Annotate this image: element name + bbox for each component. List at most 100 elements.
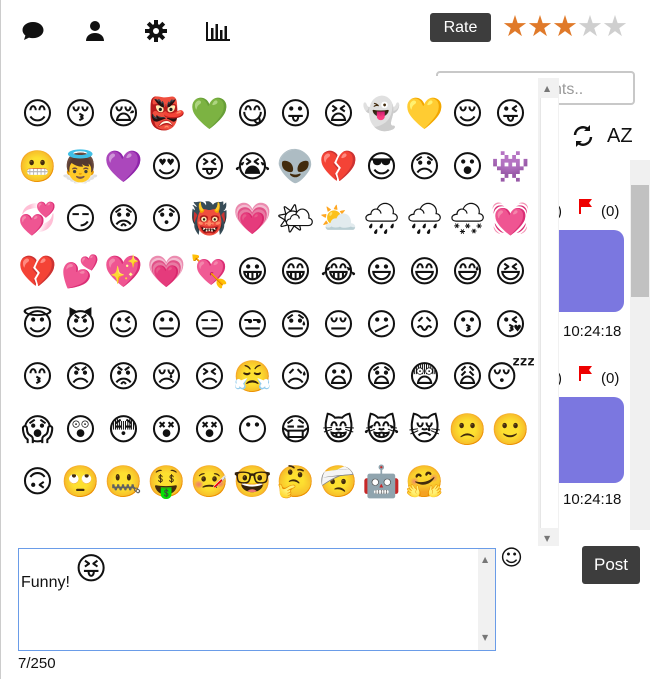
emoji-option[interactable]: 💔 — [317, 141, 360, 194]
emoji-option[interactable]: 😩 — [446, 351, 489, 404]
emoji-option[interactable]: 😱 — [16, 404, 59, 457]
emoji-option[interactable]: 😛 — [274, 88, 317, 141]
emoji-option[interactable]: 😗 — [446, 298, 489, 351]
star-icon[interactable]: ★ — [602, 10, 628, 42]
emoji-option[interactable]: 💗 — [145, 246, 188, 299]
emoji-option[interactable]: 🌤 — [274, 193, 317, 246]
rate-button[interactable]: Rate — [430, 13, 491, 42]
emoji-option[interactable]: 😋 — [231, 88, 274, 141]
emoji-option[interactable]: 🌨 — [446, 193, 489, 246]
emoji-option[interactable]: 💜 — [102, 141, 145, 194]
emoji-option[interactable]: 😿 — [403, 404, 446, 457]
emoji-option[interactable]: 💞 — [16, 193, 59, 246]
emoji-option[interactable]: 😇 — [16, 298, 59, 351]
emoji-option[interactable]: 😪 — [102, 88, 145, 141]
emoji-option[interactable]: 😲 — [59, 404, 102, 457]
emoji-option[interactable]: 🤐 — [102, 456, 145, 509]
emoji-option[interactable]: 😚 — [59, 88, 102, 141]
emoji-option[interactable]: 🤕 — [317, 456, 360, 509]
emoji-option[interactable]: 😃 — [360, 246, 403, 299]
emoji-option[interactable]: 😠 — [59, 351, 102, 404]
star-icon[interactable]: ★ — [577, 10, 603, 42]
chat-icon[interactable] — [20, 18, 46, 44]
emoji-option[interactable]: 😶 — [231, 404, 274, 457]
emoji-option[interactable]: 😘 — [489, 298, 532, 351]
emoji-option[interactable]: 😝 — [188, 141, 231, 194]
emoji-option[interactable]: 😓 — [274, 298, 317, 351]
emoji-option[interactable]: 😬 — [16, 141, 59, 194]
emoji-option[interactable]: 😈 — [59, 298, 102, 351]
star-icon[interactable]: ★ — [502, 10, 528, 42]
emoji-picker-scroll-thumb[interactable] — [540, 98, 558, 528]
emoji-option[interactable]: 😭 — [231, 141, 274, 194]
emoji-option[interactable]: 😉 — [102, 298, 145, 351]
emoji-option[interactable]: 😐 — [145, 298, 188, 351]
message-list-scroll-thumb[interactable] — [631, 185, 649, 297]
message-textarea[interactable]: Funny! 😝 ▲ ▼ — [18, 548, 496, 651]
flag-icon[interactable] — [578, 365, 594, 381]
emoji-option[interactable]: 😆 — [489, 246, 532, 299]
emoji-option[interactable]: 😵 — [145, 404, 188, 457]
star-icon[interactable]: ★ — [527, 10, 553, 42]
emoji-option[interactable]: 👼 — [59, 141, 102, 194]
emoji-option[interactable]: 😡 — [102, 351, 145, 404]
emoji-option[interactable]: 😹 — [360, 404, 403, 457]
emoji-option[interactable]: 😜 — [489, 88, 532, 141]
emoji-option[interactable]: 👹 — [188, 193, 231, 246]
emoji-option[interactable]: 🤒 — [188, 456, 231, 509]
emoji-option[interactable]: 😎 — [360, 141, 403, 194]
emoji-option[interactable]: 😞 — [403, 141, 446, 194]
emoji-option[interactable]: 😟 — [102, 193, 145, 246]
emoji-option[interactable]: 🌧 — [403, 193, 446, 246]
emoji-option[interactable]: 💕 — [59, 246, 102, 299]
emoji-option[interactable]: 💘 — [188, 246, 231, 299]
emoji-option[interactable]: 🤖 — [360, 456, 403, 509]
emoji-option[interactable]: 😷 — [274, 404, 317, 457]
emoji-option[interactable]: 😨 — [403, 351, 446, 404]
user-icon[interactable] — [82, 18, 108, 44]
emoji-option[interactable]: 🙂 — [489, 404, 532, 457]
emoji-option[interactable]: 😊 — [16, 88, 59, 141]
emoji-option[interactable]: 🌧 — [360, 193, 403, 246]
emoji-option[interactable]: 😁 — [274, 246, 317, 299]
emoji-option[interactable]: ⛅ — [317, 193, 360, 246]
emoji-option[interactable]: 😀 — [231, 246, 274, 299]
emoji-option[interactable]: 💛 — [403, 88, 446, 141]
star-icon[interactable]: ★ — [552, 10, 578, 42]
emoji-option[interactable]: 😔 — [317, 298, 360, 351]
emoji-option[interactable]: 😏 — [59, 193, 102, 246]
star-rating[interactable]: ★ ★ ★ ★ ★ — [502, 10, 628, 42]
emoji-option[interactable]: 😣 — [188, 351, 231, 404]
emoji-option[interactable]: 👽 — [274, 141, 317, 194]
flag-icon[interactable] — [578, 198, 594, 214]
emoji-option[interactable]: 🤑 — [145, 456, 188, 509]
stats-icon[interactable] — [205, 18, 231, 44]
emoji-option[interactable]: 😕 — [360, 298, 403, 351]
emoji-option[interactable]: 😴 — [486, 351, 536, 404]
emoji-option[interactable]: 👾 — [489, 141, 532, 194]
scroll-up-arrow-icon[interactable]: ▲ — [482, 555, 488, 564]
emoji-option[interactable]: 🤗 — [403, 456, 446, 509]
emoji-option[interactable]: 🙁 — [446, 404, 489, 457]
emoji-option[interactable]: 😳 — [102, 404, 145, 457]
post-button[interactable]: Post — [582, 546, 640, 584]
sort-az-button[interactable]: AZ — [607, 125, 633, 148]
textarea-scrollbar[interactable]: ▲ ▼ — [478, 549, 495, 650]
scroll-down-arrow-icon[interactable]: ▼ — [544, 534, 550, 543]
emoji-option[interactable]: 😖 — [403, 298, 446, 351]
emoji-option[interactable]: 😑 — [188, 298, 231, 351]
emoji-option[interactable]: 😵 — [188, 404, 231, 457]
emoji-option[interactable]: 😤 — [231, 351, 274, 404]
emoji-option[interactable]: 💗 — [231, 193, 274, 246]
emoji-option[interactable]: 😯 — [145, 193, 188, 246]
emoji-option[interactable]: 💚 — [188, 88, 231, 141]
emoji-option[interactable]: 😸 — [317, 404, 360, 457]
emoji-option[interactable]: 😌 — [446, 88, 489, 141]
emoji-option[interactable]: 💖 — [102, 246, 145, 299]
emoji-option[interactable]: 😍 — [145, 141, 188, 194]
emoji-option[interactable]: 🤓 — [231, 456, 274, 509]
emoji-option[interactable]: 😄 — [403, 246, 446, 299]
emoji-option[interactable]: 💓 — [489, 193, 532, 246]
emoji-option[interactable]: 😂 — [317, 246, 360, 299]
emoji-option[interactable]: 😒 — [231, 298, 274, 351]
